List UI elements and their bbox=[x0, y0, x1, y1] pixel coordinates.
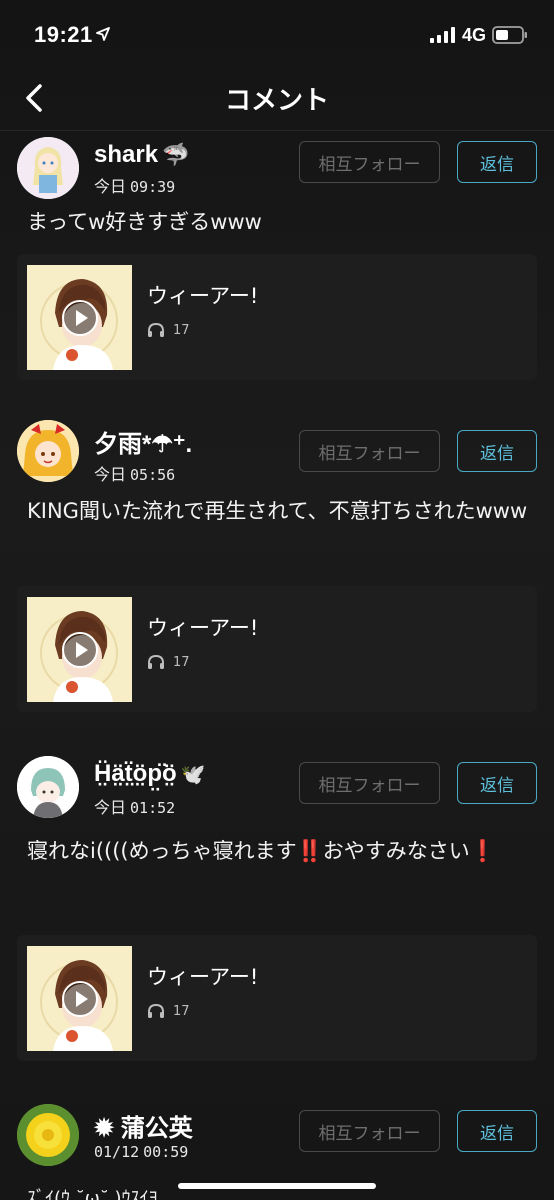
track-thumbnail bbox=[27, 946, 132, 1051]
comment-timestamp: 今日 05:56 bbox=[94, 465, 176, 484]
nav-bar: コメント bbox=[0, 66, 554, 130]
reply-button[interactable]: 返信 bbox=[457, 430, 537, 472]
track-title: ウィーアー! bbox=[147, 965, 259, 989]
avatar[interactable] bbox=[17, 1104, 79, 1166]
track-card[interactable]: ウィーアー! 17 bbox=[17, 935, 537, 1061]
mutual-follow-button[interactable]: 相互フォロー bbox=[299, 1110, 440, 1152]
comment-text: 寝れなi((((めっちゃ寝れます‼️おやすみなさい❗ bbox=[27, 839, 496, 863]
shark-emoji-icon: 🦈 bbox=[162, 142, 190, 167]
track-title: ウィーアー! bbox=[147, 616, 259, 640]
page-title: コメント bbox=[224, 86, 329, 116]
comment-timestamp: 今日 01:52 bbox=[94, 798, 176, 817]
play-icon[interactable] bbox=[62, 300, 98, 336]
play-icon[interactable] bbox=[62, 981, 98, 1017]
track-thumbnail bbox=[27, 265, 132, 370]
mutual-follow-button[interactable]: 相互フォロー bbox=[299, 141, 440, 183]
play-count: 17 bbox=[147, 654, 190, 670]
dove-emoji-icon: 🕊️ bbox=[180, 764, 206, 786]
battery-icon bbox=[492, 26, 527, 44]
comment-item: Ḧ̤ä̤ẗ̤ö̤p̤̈ö̤ 🕊️ 今日 01:52 相互フォロー 返信 寝れなi((… bbox=[0, 752, 554, 1072]
avatar[interactable] bbox=[17, 137, 79, 199]
mutual-follow-button[interactable]: 相互フォロー bbox=[299, 762, 440, 804]
exclamation-icon: ❗ bbox=[469, 839, 496, 863]
track-title: ウィーアー! bbox=[147, 284, 259, 308]
user-name[interactable]: ✹ 蒲公英 bbox=[94, 1108, 193, 1143]
play-count: 17 bbox=[147, 1003, 190, 1019]
user-name[interactable]: 夕雨*☂︎⁺. bbox=[94, 424, 192, 459]
reply-button[interactable]: 返信 bbox=[457, 762, 537, 804]
user-name[interactable]: shark 🦈 bbox=[94, 141, 189, 169]
track-card[interactable]: ウィーアー! 17 bbox=[17, 586, 537, 712]
comment-timestamp: 01/12 00:59 bbox=[94, 1143, 189, 1161]
home-indicator[interactable] bbox=[178, 1183, 376, 1189]
comment-text: まってw好きすぎるwww bbox=[27, 210, 262, 234]
avatar[interactable] bbox=[17, 756, 79, 818]
dandelion-avatar-icon bbox=[17, 1104, 79, 1166]
reply-button[interactable]: 返信 bbox=[457, 1110, 537, 1152]
avatar-image-icon bbox=[17, 137, 79, 199]
signal-icon bbox=[430, 27, 455, 43]
comment-item: 夕雨*☂︎⁺. 今日 05:56 相互フォロー 返信 KING聞いた流れで再生され… bbox=[0, 416, 554, 716]
network-label: 4G bbox=[462, 25, 487, 45]
play-icon[interactable] bbox=[62, 632, 98, 668]
double-exclamation-icon: ‼️ bbox=[296, 839, 323, 863]
reply-button[interactable]: 返信 bbox=[457, 141, 537, 183]
avatar[interactable] bbox=[17, 420, 79, 482]
headphones-icon bbox=[148, 1003, 164, 1018]
avatar-image-icon bbox=[17, 420, 79, 482]
track-thumbnail bbox=[27, 597, 132, 702]
mutual-follow-button[interactable]: 相互フォロー bbox=[299, 430, 440, 472]
location-arrow-icon bbox=[96, 27, 110, 41]
divider bbox=[0, 130, 554, 131]
user-name[interactable]: Ḧ̤ä̤ẗ̤ö̤p̤̈ö̤ 🕊️ bbox=[94, 760, 206, 788]
headphones-icon bbox=[148, 322, 164, 337]
play-count: 17 bbox=[147, 322, 190, 338]
headphones-icon bbox=[148, 654, 164, 669]
status-bar: 19:21 4G bbox=[0, 0, 554, 66]
avatar-image-icon bbox=[17, 756, 79, 818]
status-time: 19:21 bbox=[34, 22, 93, 47]
comment-item: shark 🦈 今日 09:39 相互フォロー 返信 まってw好きすぎるwww ウィ… bbox=[0, 133, 554, 403]
comment-text: KING聞いた流れで再生されて、不意打ちされたwww bbox=[27, 499, 528, 523]
track-card[interactable]: ウィーアー! 17 bbox=[17, 254, 537, 380]
comment-timestamp: 今日 09:39 bbox=[94, 177, 176, 196]
